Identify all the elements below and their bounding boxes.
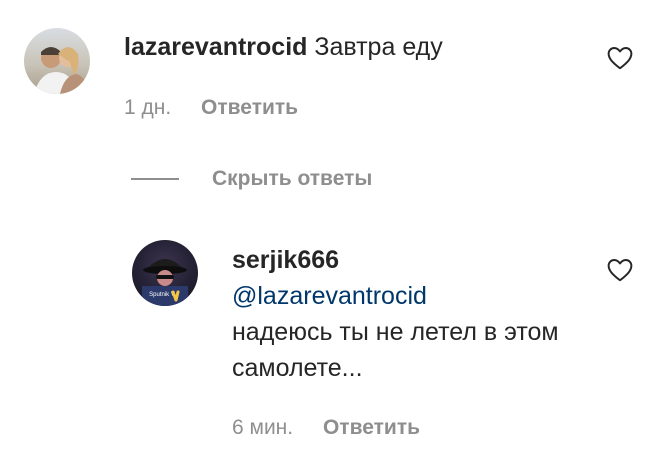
hide-replies-button[interactable]: Скрыть ответы xyxy=(212,165,372,193)
reply-time: 6 мин. xyxy=(232,416,294,439)
reply-button[interactable]: Ответить xyxy=(201,96,298,119)
comment-text: Завтра еду xyxy=(314,33,443,61)
like-heart-icon[interactable] xyxy=(607,258,633,282)
reply-text: надеюсь ты не летел в этом самолете... xyxy=(232,318,559,382)
reply-meta: 6 мин. Ответить xyxy=(232,414,420,442)
reply-username[interactable]: serjik666 xyxy=(232,242,562,278)
like-heart-icon[interactable] xyxy=(607,46,633,70)
reply-mention-link[interactable]: @lazarevantrocid xyxy=(232,278,562,314)
avatar-badge-text: Sputnik V xyxy=(149,292,175,298)
comment-username[interactable]: lazarevantrocid xyxy=(124,33,307,61)
avatar-photo: Sputnik V xyxy=(132,240,198,306)
reply-reply-button[interactable]: Ответить xyxy=(323,416,420,439)
replies-divider xyxy=(131,178,179,180)
reply-avatar[interactable]: Sputnik V xyxy=(132,240,198,306)
avatar-photo xyxy=(24,28,90,94)
avatar[interactable] xyxy=(24,28,90,94)
reply-content: serjik666 @lazarevantrocid надеюсь ты не… xyxy=(232,242,562,386)
comment-line: lazarevantrocid Завтра еду xyxy=(124,30,443,64)
comment-meta: 1 дн. Ответить xyxy=(124,94,298,122)
comment-time: 1 дн. xyxy=(124,96,172,119)
